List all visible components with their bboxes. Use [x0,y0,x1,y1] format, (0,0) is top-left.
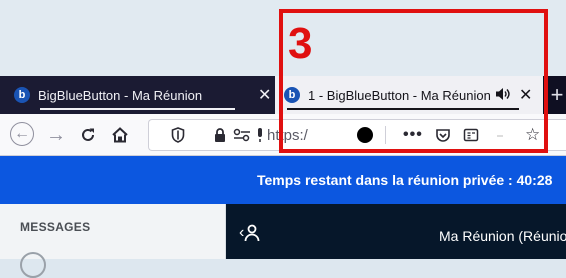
tab-underline [40,108,235,110]
toggle-users-list-button[interactable]: ‹ [239,224,260,242]
messages-section-label: MESSAGES [20,220,91,234]
tracking-shield-icon[interactable] [171,120,185,150]
browser-tab-1[interactable]: b BigBlueButton - Ma Réunion ✕ [0,76,275,114]
bigbluebutton-favicon-icon: b [14,87,30,103]
permissions-icon[interactable] [233,120,251,150]
close-icon[interactable]: ✕ [258,85,271,105]
meeting-title: Ma Réunion (Réunion) [439,228,566,244]
annotation-number: 3 [288,19,313,68]
chat-sidebar: MESSAGES [0,204,226,278]
meeting-header: ‹ Ma Réunion (Réunion) [226,204,566,259]
microphone-icon[interactable] [256,120,266,150]
lock-icon[interactable] [213,120,227,150]
public-chat-avatar[interactable] [20,252,46,278]
annotation-highlight-box [279,9,548,153]
remaining-time-text: Temps restant dans la réunion privée : 4… [257,172,553,188]
meeting-time-notification-bar: Temps restant dans la réunion privée : 4… [0,156,566,204]
home-icon[interactable] [110,123,130,147]
reload-icon[interactable] [78,123,98,147]
back-arrow-icon[interactable]: ← [10,122,34,146]
tab-title: BigBlueButton - Ma Réunion [38,87,203,103]
users-icon [244,224,260,242]
new-tab-button[interactable]: + [548,76,566,114]
forward-arrow-icon[interactable]: → [45,123,67,147]
